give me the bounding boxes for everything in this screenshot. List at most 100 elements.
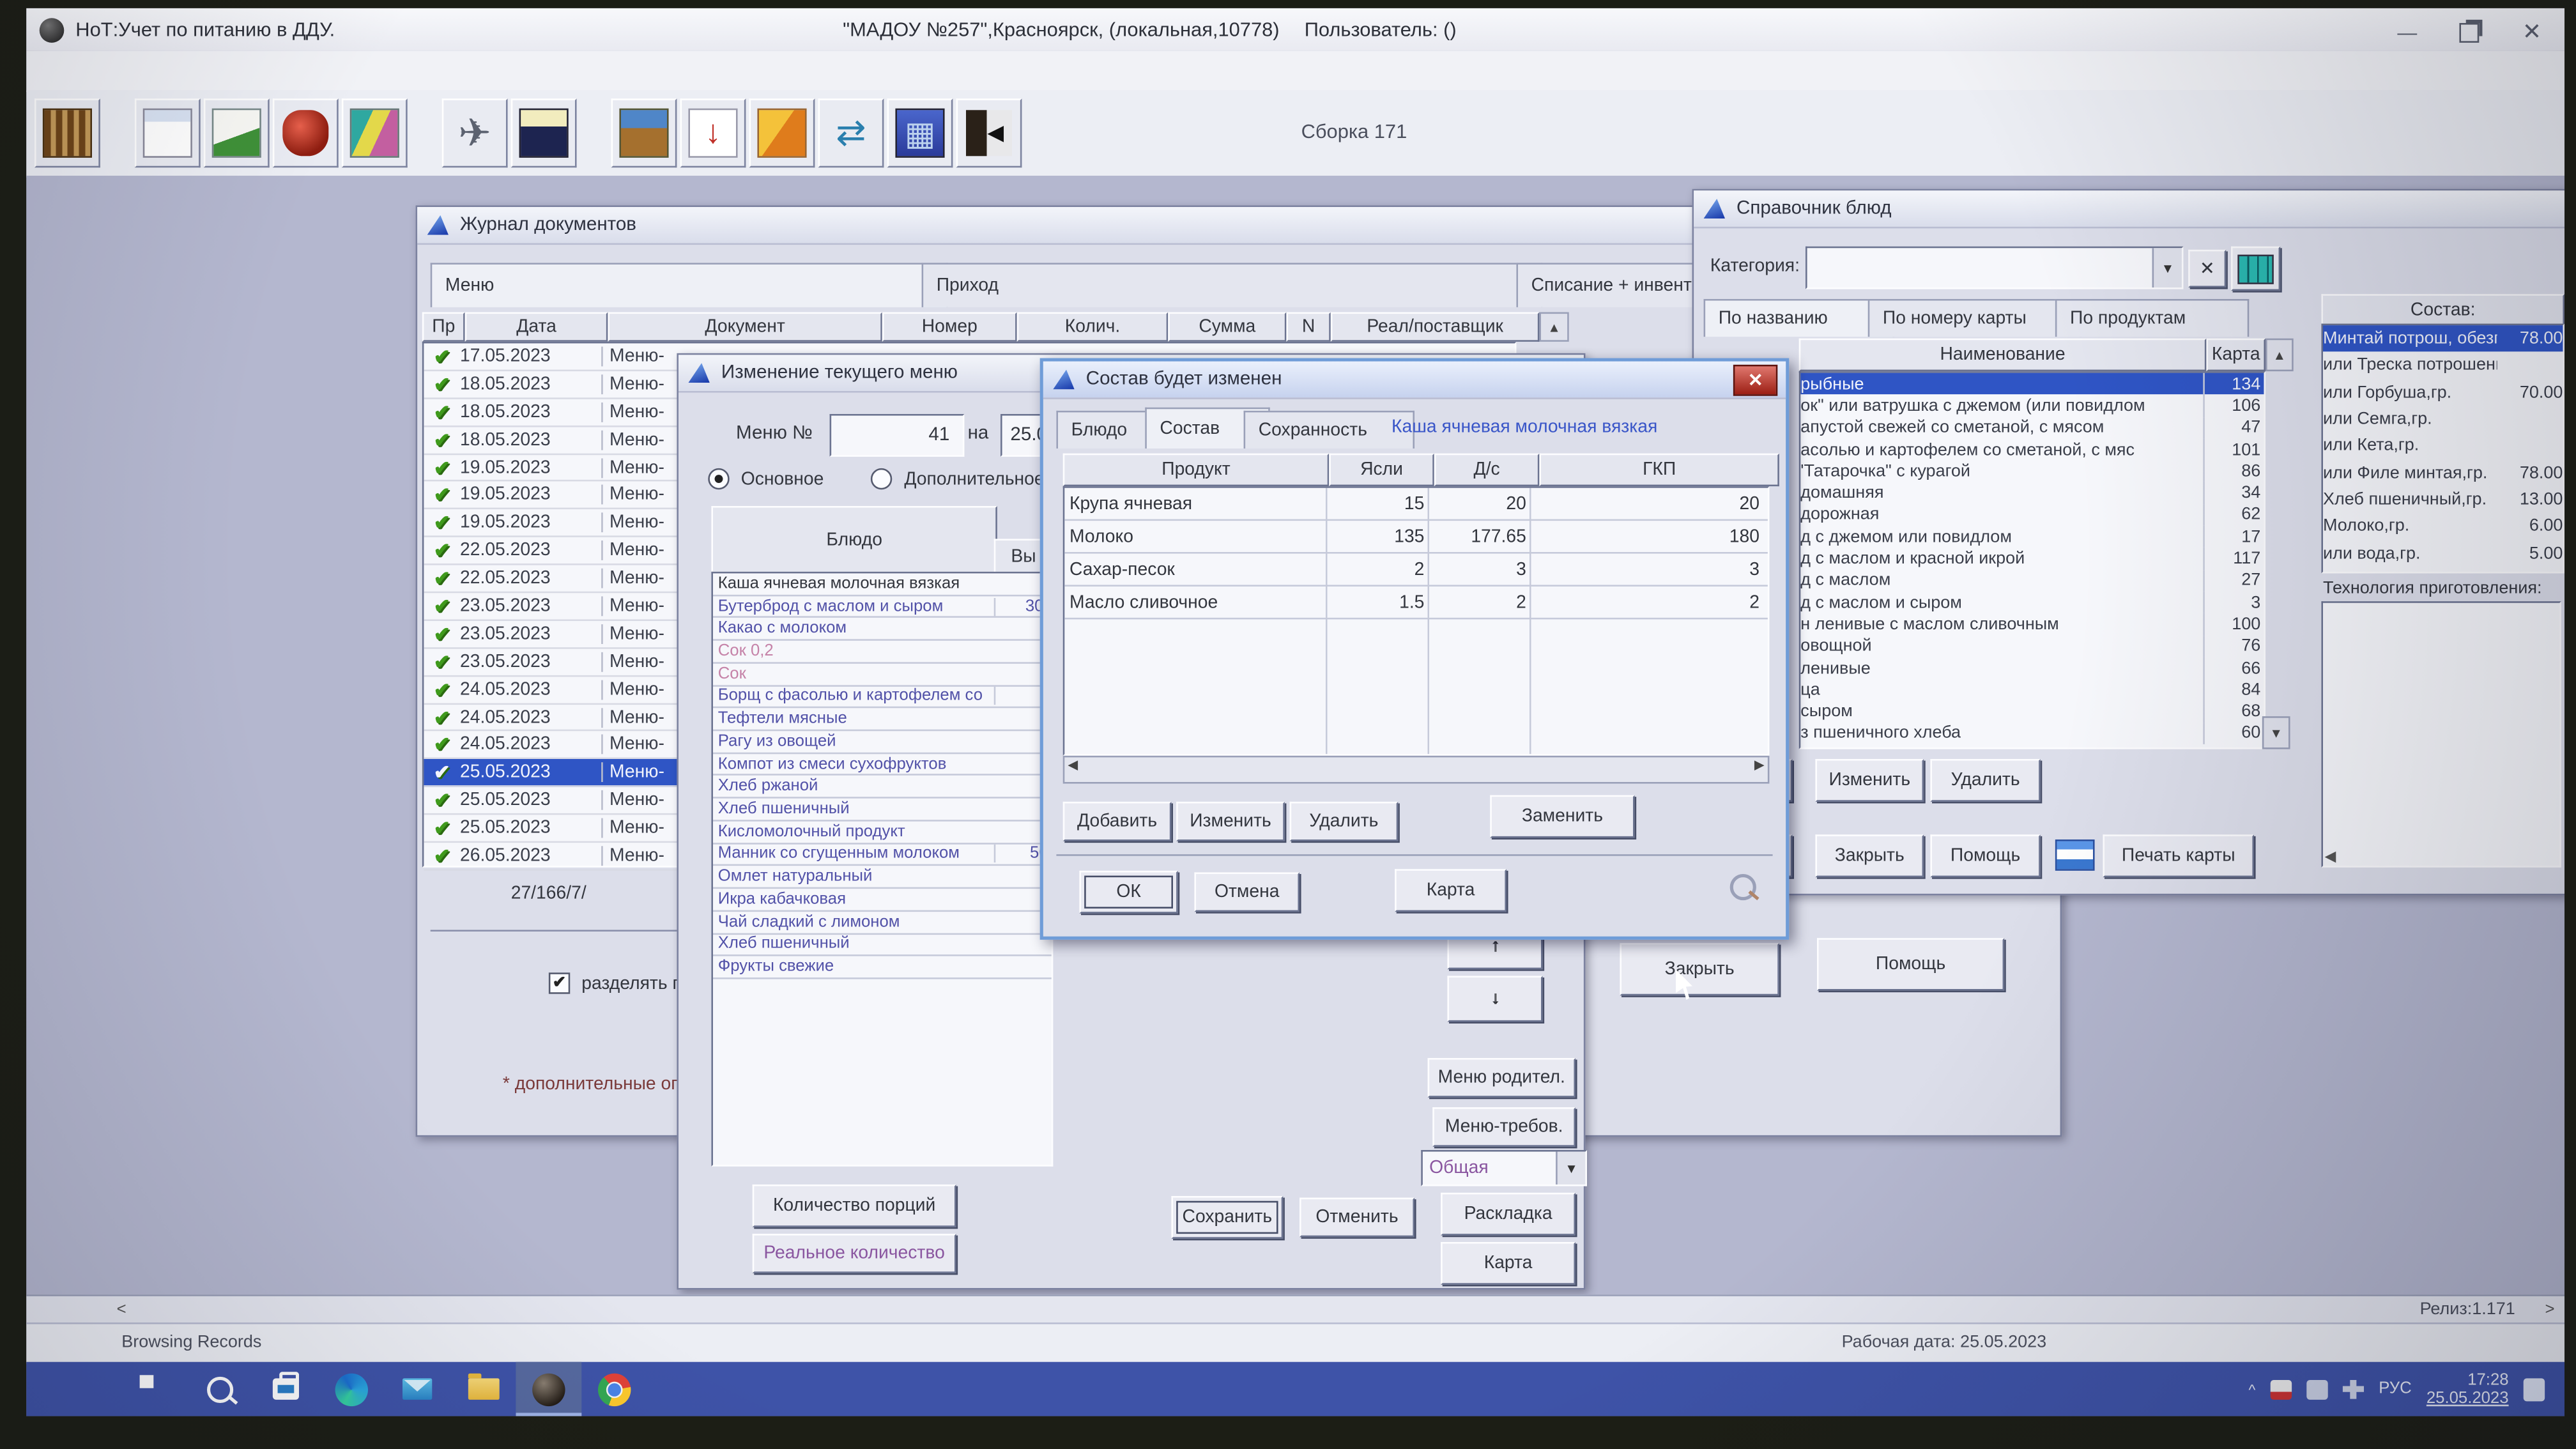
search-icon[interactable] <box>1730 874 1756 900</box>
ref-row[interactable]: н ленивые с маслом сливочным 100 <box>1800 613 2264 635</box>
ref-row[interactable]: з пшеничного хлеба 60 <box>1800 723 2264 744</box>
ref-row[interactable]: рыбные 134 <box>1800 373 2264 395</box>
taskbar-button[interactable] <box>253 1362 319 1416</box>
compose-row[interactable]: Сахар-песок 2 3 3 <box>1064 554 1768 586</box>
split-checkbox[interactable]: ✔ <box>549 972 570 993</box>
dish-row[interactable]: Омлет натуральный <box>713 866 1052 889</box>
taskbar-button[interactable] <box>385 1362 450 1416</box>
scroll-up-icon[interactable]: ▲ <box>1539 312 1568 342</box>
ref-close-button[interactable]: Закрыть <box>1815 834 1924 877</box>
toolbar-button[interactable] <box>680 98 746 167</box>
cancel-button[interactable]: Отменить <box>1300 1198 1414 1238</box>
ref-row[interactable]: домашняя 34 <box>1800 482 2264 504</box>
dish-row[interactable]: Борщ с фасолью и картофелем со 1 <box>713 686 1052 709</box>
compose-row[interactable]: Молоко 135 177.65 180 <box>1064 521 1768 553</box>
col-qty[interactable]: Колич. <box>1017 312 1169 342</box>
col-pr[interactable]: Пр <box>422 312 465 342</box>
dish-row[interactable]: Манник со сгущенным молоком 50 <box>713 844 1052 866</box>
ref-row[interactable]: ленивые 66 <box>1800 657 2264 678</box>
dish-row[interactable]: Бутерброд с маслом и сыром 30, <box>713 596 1052 618</box>
taskbar-button[interactable] <box>187 1362 253 1416</box>
save-button[interactable]: Сохранить <box>1171 1196 1283 1239</box>
language-indicator[interactable]: РУС <box>2379 1380 2412 1398</box>
chevron-down-icon[interactable]: ▼ <box>1556 1152 1585 1184</box>
col-sum[interactable]: Сумма <box>1168 312 1286 342</box>
taskbar-button[interactable] <box>450 1362 516 1416</box>
ref-row[interactable]: д с маслом и сыром 3 <box>1800 592 2264 613</box>
layout-button[interactable]: Раскладка <box>1441 1193 1575 1236</box>
radio-extra[interactable] <box>871 468 893 489</box>
col-card[interactable]: Карта <box>2206 339 2266 371</box>
journal-close-button[interactable]: Закрыть <box>1620 943 1779 995</box>
toolbar-button[interactable] <box>273 98 339 167</box>
col-ds[interactable]: Д/с <box>1434 454 1540 486</box>
tab-prihod[interactable]: Приход <box>922 263 1543 307</box>
toolbar-button[interactable] <box>34 98 100 167</box>
radio-main[interactable] <box>708 468 729 489</box>
sostav-item[interactable]: или Кета,гр. <box>2323 433 2563 459</box>
toolbar-button[interactable] <box>442 98 508 167</box>
tray-chevron-icon[interactable]: ^ <box>2248 1381 2255 1397</box>
ref-row[interactable]: д с маслом 27 <box>1800 569 2264 591</box>
menu-no-field[interactable]: 41 <box>830 414 965 457</box>
toolbar-button[interactable] <box>818 98 884 167</box>
col-yasli[interactable]: Ясли <box>1329 454 1434 486</box>
scroll-right-icon[interactable]: > <box>2545 1301 2555 1319</box>
dish-row[interactable]: Кисломолочный продукт <box>713 821 1052 843</box>
main-hscrollbar[interactable]: < > Релиз:1.171 <box>26 1294 2564 1324</box>
col-gkp[interactable]: ГКП <box>1539 454 1779 486</box>
ref-row[interactable]: асолью и картофелем со сметаной, с мяс 1… <box>1800 438 2264 460</box>
col-n[interactable]: N <box>1286 312 1330 342</box>
col-doc[interactable]: Документ <box>608 312 882 342</box>
scroll-right-icon[interactable]: ▶ <box>1754 757 1765 772</box>
dish-row[interactable]: Сок <box>713 664 1052 686</box>
category-grid-button[interactable] <box>2231 247 2280 291</box>
print-card-button[interactable]: Печать карты <box>2103 834 2254 877</box>
dish-row[interactable]: Рагу из овощей <box>713 731 1052 753</box>
add-button[interactable]: Добавить <box>1063 802 1172 841</box>
ref-row[interactable]: апустой свежей со сметаной, с мясом 47 <box>1800 417 2264 438</box>
dish-row[interactable]: Хлеб пшеничный <box>713 799 1052 821</box>
ref-row[interactable]: дорожная 62 <box>1800 504 2264 526</box>
taskbar-button[interactable] <box>516 1362 581 1416</box>
taskbar-button[interactable] <box>121 1362 187 1416</box>
minimize-icon[interactable]: — <box>2397 20 2417 43</box>
notification-icon[interactable] <box>2524 1377 2545 1400</box>
ref-row[interactable]: д с маслом и красной икрой 117 <box>1800 548 2264 569</box>
ref-row[interactable]: овощной 76 <box>1800 635 2264 657</box>
tray-display-icon[interactable] <box>2306 1379 2327 1399</box>
sostav-item[interactable]: Молоко,гр. 6.00 <box>2323 512 2563 539</box>
toolbar-button[interactable] <box>342 98 408 167</box>
close-icon[interactable]: ✕ <box>2522 18 2542 46</box>
parent-menu-button[interactable]: Меню родител. <box>1428 1058 1575 1098</box>
dish-row[interactable]: Тефтели мясные <box>713 709 1052 731</box>
dish-row[interactable]: Сок 0,2 <box>713 641 1052 663</box>
col-product[interactable]: Продукт <box>1063 454 1330 486</box>
journal-help-button[interactable]: Помощь <box>1817 938 2004 990</box>
taskbar-button[interactable] <box>319 1362 385 1416</box>
ref-row[interactable]: сыром 68 <box>1800 701 2264 723</box>
category-select[interactable]: ▼ <box>1805 247 2183 289</box>
sostav-item[interactable]: Хлеб пшеничный,гр. 13.00 <box>2323 486 2563 513</box>
dialog-cancel-button[interactable]: Отмена <box>1194 872 1300 912</box>
ref-row[interactable]: д с джемом или повидлом 17 <box>1800 526 2264 548</box>
compose-row[interactable]: Масло сливочное 1.5 2 2 <box>1064 586 1768 619</box>
real-qty-button[interactable]: Реальное количество <box>753 1234 956 1273</box>
dish-row[interactable]: Хлеб пшеничный <box>713 934 1052 956</box>
sostav-item[interactable]: или Семга,гр. <box>2323 406 2563 433</box>
col-date[interactable]: Дата <box>465 312 608 342</box>
toolbar-button[interactable] <box>956 98 1022 167</box>
compose-hscrollbar[interactable]: ◀ ▶ <box>1063 756 1770 784</box>
dish-row[interactable]: Какао с молоком <box>713 618 1052 641</box>
dish-row[interactable]: Фрукты свежие <box>713 956 1052 979</box>
sostav-item[interactable]: или вода,гр. 5.00 <box>2323 539 2563 566</box>
ref-edit-button[interactable]: Изменить <box>1815 759 1924 802</box>
col-supplier[interactable]: Реал/поставщик <box>1331 312 1540 342</box>
tab-by-card[interactable]: По номеру карты <box>1868 299 2082 337</box>
demand-menu-button[interactable]: Меню-требов. <box>1432 1107 1575 1147</box>
dish-row[interactable]: Хлеб ржаной <box>713 776 1052 799</box>
tab-menu[interactable]: Меню <box>431 263 948 307</box>
move-down-button[interactable]: ↓ <box>1447 976 1542 1022</box>
ref-row[interactable]: 'Татарочка" с курагой 86 <box>1800 460 2264 482</box>
sostav-item[interactable]: или Филе минтая,гр. 78.00 <box>2323 459 2563 486</box>
